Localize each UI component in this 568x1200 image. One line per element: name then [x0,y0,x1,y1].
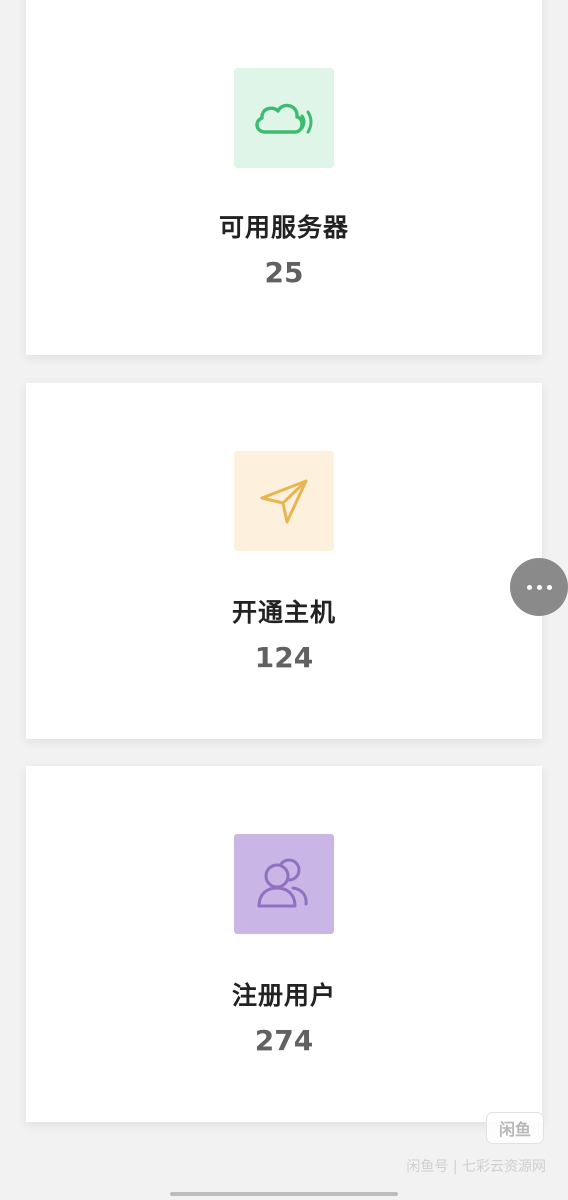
dot-icon [536,584,542,590]
stat-card-hosts[interactable]: 开通主机 124 [26,383,542,739]
stat-label: 可用服务器 [218,213,349,242]
stat-card-servers[interactable]: 可用服务器 25 [26,0,542,355]
stat-label: 注册用户 [231,981,336,1010]
home-indicator[interactable] [170,1192,398,1196]
stat-value: 124 [254,641,314,674]
stat-value: 274 [254,1024,314,1057]
send-arrow-icon [234,451,334,551]
more-options-button[interactable] [510,558,568,616]
users-icon [234,834,334,934]
stat-label: 开通主机 [231,598,336,627]
dot-icon [526,584,532,590]
stat-card-users[interactable]: 注册用户 274 [26,766,542,1122]
cloud-signal-icon [234,68,334,168]
stat-value: 25 [264,256,304,289]
dot-icon [546,584,552,590]
watermark-logo: 闲鱼 [486,1112,544,1144]
watermark-text: 闲鱼号 | 七彩云资源网 [406,1159,546,1175]
